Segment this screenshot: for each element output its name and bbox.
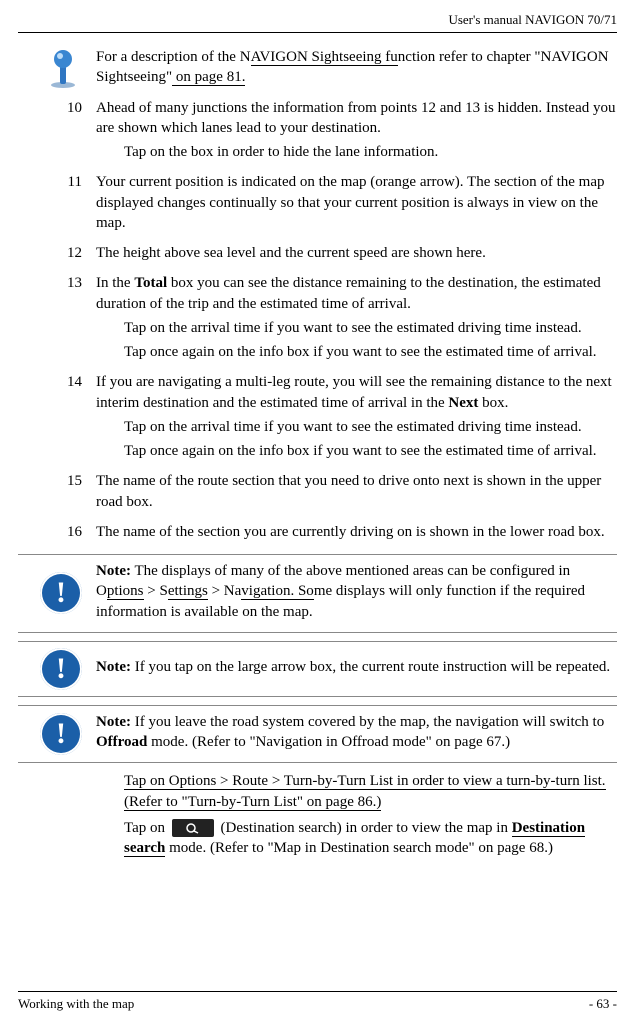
- item-13-sub1: Tap on the arrival time if you want to s…: [124, 318, 617, 338]
- item-14-p1: If you are navigating a multi-leg route,…: [96, 372, 617, 413]
- footer-left: Working with the map: [18, 996, 134, 1012]
- item-13-p1: In the Total box you can see the distanc…: [96, 273, 617, 314]
- note-block-3: ! Note: If you leave the road system cov…: [18, 705, 617, 764]
- item-11-p1: Your current position is indicated on th…: [96, 172, 617, 233]
- item-10: 10 Ahead of many junctions the informati…: [18, 98, 617, 167]
- item-14-sub2: Tap once again on the info box if you wa…: [124, 441, 617, 461]
- note-icon: !: [40, 713, 82, 755]
- footer-rule: [18, 991, 617, 992]
- item-16-num: 16: [67, 522, 82, 542]
- intro-row: For a description of the NAVIGON Sightse…: [18, 47, 617, 92]
- header-rule: [18, 32, 617, 33]
- header-title: User's manual NAVIGON 70/71: [18, 10, 617, 32]
- item-16: 16 The name of the section you are curre…: [18, 522, 617, 546]
- item-10-sub1: Tap on the box in order to hide the lane…: [124, 142, 617, 162]
- item-14-num: 14: [67, 372, 82, 392]
- intro-p1a: For a description of the N: [96, 49, 251, 65]
- item-12-p1: The height above sea level and the curre…: [96, 243, 617, 263]
- intro-page: on page 81.: [172, 69, 245, 86]
- item-15-p1: The name of the route section that you n…: [96, 471, 617, 512]
- intro-text: For a description of the NAVIGON Sightse…: [96, 47, 617, 92]
- item-11: 11 Your current position is indicated on…: [18, 172, 617, 237]
- footer-right: - 63 -: [589, 996, 617, 1012]
- item-16-p1: The name of the section you are currentl…: [96, 522, 617, 542]
- intro-icon-gutter: [18, 47, 96, 89]
- item-15: 15 The name of the route section that yo…: [18, 471, 617, 516]
- trail-1: Tap on Options > Route > Turn-by-Turn Li…: [18, 771, 617, 862]
- item-10-num: 10: [67, 98, 82, 118]
- note-3-text: Note: If you leave the road system cover…: [96, 712, 617, 757]
- note-block-1: ! Note: The displays of many of the abov…: [18, 554, 617, 633]
- item-12: 12 The height above sea level and the cu…: [18, 243, 617, 267]
- item-11-num: 11: [68, 172, 82, 192]
- note-block-2: ! Note: If you tap on the large arrow bo…: [18, 641, 617, 697]
- item-13-num: 13: [67, 273, 82, 293]
- item-13-sub2: Tap once again on the info box if you wa…: [124, 342, 617, 362]
- note-2-text: Note: If you tap on the large arrow box,…: [96, 657, 617, 681]
- item-14: 14 If you are navigating a multi-leg rou…: [18, 372, 617, 465]
- item-13: 13 In the Total box you can see the dist…: [18, 273, 617, 366]
- item-10-p1: Ahead of many junctions the information …: [96, 98, 617, 139]
- item-14-sub1: Tap on the arrival time if you want to s…: [124, 417, 617, 437]
- footer: Working with the map - 63 -: [18, 991, 617, 1012]
- note-icon: !: [40, 572, 82, 614]
- item-15-num: 15: [67, 471, 82, 491]
- destination-search-icon: [172, 819, 214, 837]
- intro-link: AVIGON Sightseeing fu: [251, 49, 398, 66]
- trail-1-text: Tap on Options > Route > Turn-by-Turn Li…: [124, 771, 617, 812]
- item-12-num: 12: [67, 243, 82, 263]
- trail-2-text: Tap on (Destination search) in order to …: [124, 818, 617, 859]
- note-icon: !: [40, 648, 82, 690]
- info-pin-icon: [44, 47, 82, 89]
- note-1-text: Note: The displays of many of the above …: [96, 561, 617, 626]
- page: User's manual NAVIGON 70/71 For a descri…: [0, 0, 635, 1020]
